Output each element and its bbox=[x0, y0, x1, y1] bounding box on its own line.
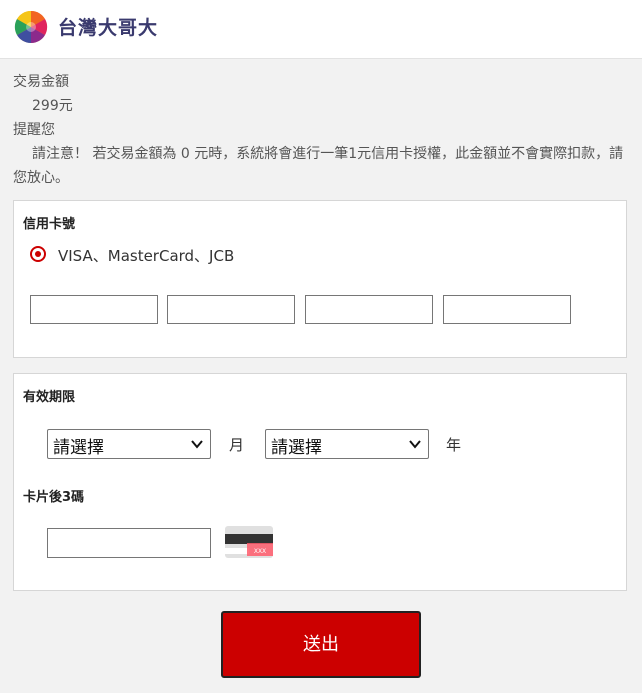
card-number-input-4[interactable] bbox=[443, 295, 571, 324]
year-select-value: 請選擇 bbox=[271, 438, 322, 458]
cvv-title: 卡片後3碼 bbox=[23, 490, 85, 505]
submit-button[interactable]: 送出 bbox=[221, 611, 421, 678]
amount-label: 交易金額 bbox=[13, 74, 69, 90]
expiry-month-select[interactable]: 請選擇 bbox=[47, 429, 211, 459]
expiry-panel: 有效期限 請選擇 月 請選擇 年 卡片後3碼 XXX bbox=[13, 373, 627, 591]
year-unit-label: 年 bbox=[446, 436, 462, 454]
month-select-value: 請選擇 bbox=[53, 438, 104, 458]
expiry-title: 有效期限 bbox=[23, 390, 76, 405]
card-number-input-1[interactable] bbox=[30, 295, 158, 324]
expiry-year-select[interactable]: 請選擇 bbox=[265, 429, 429, 459]
amount-value: 299元 bbox=[32, 98, 73, 114]
card-number-title: 信用卡號 bbox=[23, 217, 76, 232]
cvv-hint-text: XXX bbox=[254, 548, 266, 555]
notice-label: 提醒您 bbox=[13, 122, 55, 138]
month-unit-label: 月 bbox=[229, 436, 245, 454]
chevron-down-icon bbox=[409, 440, 421, 449]
transaction-info: 交易金額 299元 提醒您 請注意！ 若交易金額為 0 元時，系統將會進行一筆1… bbox=[13, 70, 629, 190]
site-header: 台灣大哥大 bbox=[0, 0, 642, 59]
radio-selected-dot bbox=[35, 251, 41, 257]
cvv-input[interactable] bbox=[47, 528, 211, 558]
card-number-panel: 信用卡號 VISA、MasterCard、JCB bbox=[13, 200, 627, 358]
card-number-input-2[interactable] bbox=[167, 295, 295, 324]
card-type-radio[interactable] bbox=[30, 246, 46, 262]
notice-text: 請注意！ 若交易金額為 0 元時，系統將會進行一筆1元信用卡授權，此金額並不會實… bbox=[13, 146, 624, 186]
colorful-flower-logo-icon bbox=[14, 10, 48, 44]
chevron-down-icon bbox=[191, 440, 203, 449]
brand-name: 台灣大哥大 bbox=[58, 17, 159, 39]
card-back-cvv-icon: XXX bbox=[225, 526, 273, 558]
card-type-label: VISA、MasterCard、JCB bbox=[58, 247, 235, 265]
card-number-input-3[interactable] bbox=[305, 295, 433, 324]
